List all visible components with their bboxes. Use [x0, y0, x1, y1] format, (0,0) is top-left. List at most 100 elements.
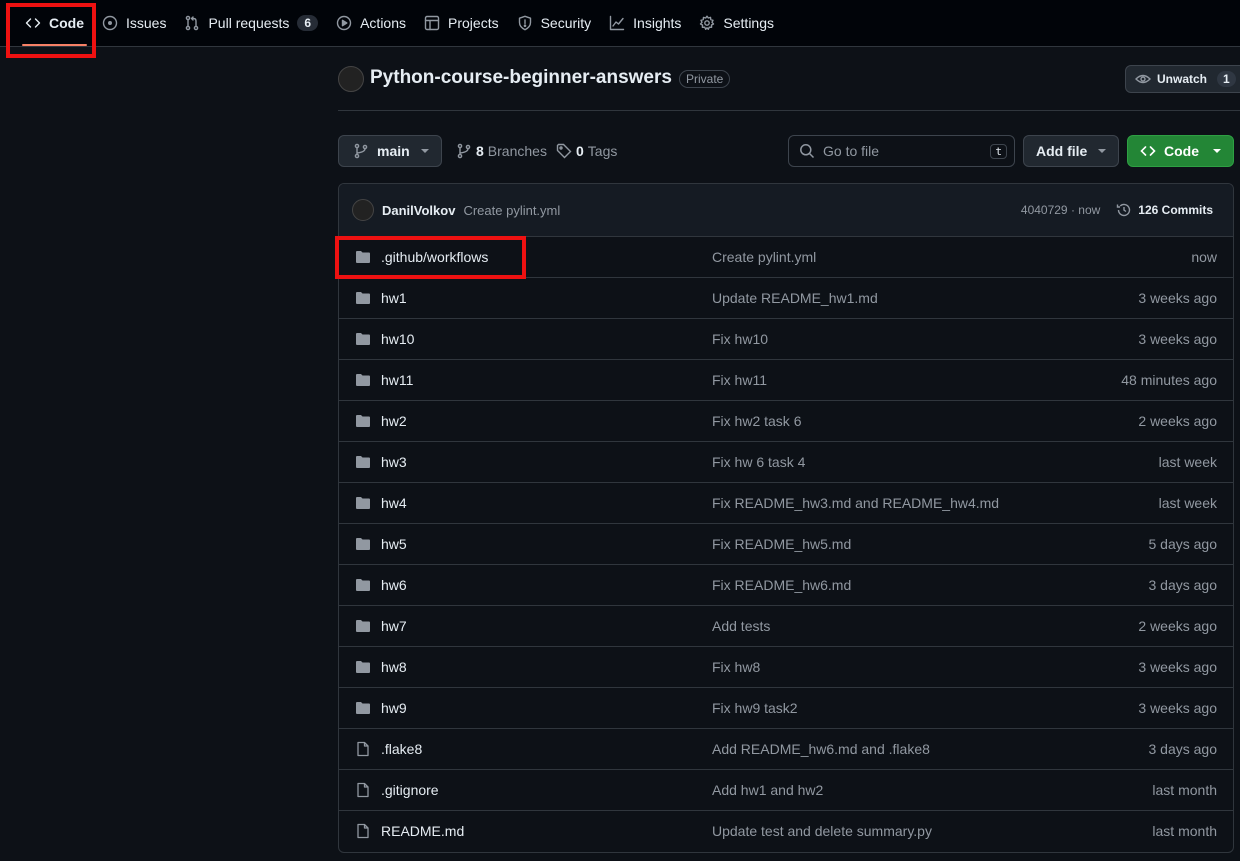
- commit-message-link[interactable]: Update test and delete summary.py: [712, 823, 932, 839]
- history-icon: [1117, 203, 1131, 217]
- file-name-link[interactable]: hw6: [381, 577, 407, 593]
- table-row: hw3 Fix hw 6 task 4 last week: [339, 442, 1233, 483]
- unwatch-button[interactable]: Unwatch 1: [1125, 65, 1240, 93]
- commit-date: 3 weeks ago: [1138, 700, 1217, 716]
- commit-message-link[interactable]: Fix hw11: [712, 372, 767, 388]
- file-name-link[interactable]: hw5: [381, 536, 407, 552]
- commit-date: 3 weeks ago: [1138, 331, 1217, 347]
- folder-icon: [356, 620, 370, 632]
- commit-message-link[interactable]: Fix hw10: [712, 331, 768, 347]
- table-row: hw7 Add tests 2 weeks ago: [339, 606, 1233, 647]
- table-row: hw2 Fix hw2 task 6 2 weeks ago: [339, 401, 1233, 442]
- commit-message-link[interactable]: Add README_hw6.md and .flake8: [712, 741, 930, 757]
- commit-message-link[interactable]: Fix hw9 task2: [712, 700, 798, 716]
- table-row: .github/workflows Create pylint.yml now: [339, 237, 1233, 278]
- tab-actions-label: Actions: [360, 15, 407, 31]
- commit-author[interactable]: DanilVolkov: [382, 203, 455, 218]
- tab-pull-requests[interactable]: Pull requests 6: [175, 0, 327, 46]
- file-name-link[interactable]: hw8: [381, 659, 407, 675]
- search-icon: [800, 144, 815, 159]
- file-toolbar: main 8 Branches 0 Tags Go to file t Add …: [338, 135, 1240, 167]
- file-name-link[interactable]: README.md: [381, 823, 464, 839]
- pull-requests-count-badge: 6: [297, 15, 319, 31]
- chevron-down-icon: [421, 149, 429, 153]
- add-file-button[interactable]: Add file: [1023, 135, 1119, 167]
- repo-title[interactable]: Python-course-beginner-answers: [370, 67, 672, 89]
- tab-actions[interactable]: Actions: [327, 0, 415, 46]
- gear-icon: [700, 15, 715, 30]
- table-row: .flake8 Add README_hw6.md and .flake8 3 da…: [339, 729, 1233, 770]
- latest-commit-bar: DanilVolkov Create pylint.yml 4040729 · …: [339, 184, 1233, 237]
- add-file-label: Add file: [1036, 143, 1088, 159]
- tags-link[interactable]: 0 Tags: [556, 135, 617, 167]
- table-row: README.md Update test and delete summary.…: [339, 811, 1233, 852]
- tab-security[interactable]: Security: [508, 0, 601, 46]
- commit-date: 2 weeks ago: [1138, 413, 1217, 429]
- tags-label: Tags: [587, 143, 618, 159]
- commit-message-link[interactable]: Update README_hw1.md: [712, 290, 878, 306]
- watch-count: 1: [1217, 71, 1236, 87]
- branch-select-button[interactable]: main: [338, 135, 442, 167]
- tags-count: 0: [576, 143, 584, 159]
- chevron-down-icon: [1213, 149, 1221, 153]
- tab-code-label: Code: [49, 15, 84, 31]
- commits-count-link[interactable]: 126 Commits: [1138, 203, 1213, 217]
- commit-message-link[interactable]: Add hw1 and hw2: [712, 782, 823, 798]
- table-row: hw5 Fix README_hw5.md 5 days ago: [339, 524, 1233, 565]
- commit-date: last week: [1158, 495, 1217, 511]
- unwatch-label: Unwatch: [1157, 72, 1208, 86]
- file-name-link[interactable]: hw7: [381, 618, 407, 634]
- table-row: hw1 Update README_hw1.md 3 weeks ago: [339, 278, 1233, 319]
- commit-date: 5 days ago: [1148, 536, 1218, 552]
- file-name-link[interactable]: hw2: [381, 413, 407, 429]
- tab-security-label: Security: [540, 15, 592, 31]
- play-icon: [336, 15, 352, 31]
- code-dropdown-button[interactable]: Code: [1127, 135, 1234, 167]
- tab-insights[interactable]: Insights: [600, 0, 690, 46]
- file-name-link[interactable]: hw11: [381, 372, 413, 388]
- repo-nav: Code Issues Pull requests 6 Actions Proj…: [0, 0, 1240, 47]
- commit-message-link[interactable]: Fix README_hw3.md and README_hw4.md: [712, 495, 999, 511]
- search-placeholder: Go to file: [823, 143, 880, 159]
- commit-message-link[interactable]: Add tests: [712, 618, 770, 634]
- tag-icon: [556, 143, 572, 159]
- tab-issues-label: Issues: [126, 15, 167, 31]
- commit-message-link[interactable]: Fix README_hw5.md: [712, 536, 851, 552]
- avatar[interactable]: [352, 199, 374, 221]
- file-name-link[interactable]: hw4: [381, 495, 407, 511]
- table-row: .gitignore Add hw1 and hw2 last month: [339, 770, 1233, 811]
- tab-code[interactable]: Code: [16, 0, 93, 46]
- file-name-link[interactable]: .flake8: [381, 741, 422, 757]
- commit-message-link[interactable]: Fix hw 6 task 4: [712, 454, 805, 470]
- folder-icon: [356, 333, 370, 345]
- file-name-link[interactable]: hw9: [381, 700, 407, 716]
- table-row: hw8 Fix hw8 3 weeks ago: [339, 647, 1233, 688]
- commit-message-link[interactable]: Fix hw2 task 6: [712, 413, 801, 429]
- commit-message[interactable]: Create pylint.yml: [463, 203, 560, 218]
- repo-tabs: Code Issues Pull requests 6 Actions Proj…: [0, 0, 1240, 46]
- tab-issues[interactable]: Issues: [93, 0, 175, 46]
- branches-link[interactable]: 8 Branches: [456, 135, 547, 167]
- commit-date: 3 weeks ago: [1138, 290, 1217, 306]
- commit-message-link[interactable]: Fix hw8: [712, 659, 760, 675]
- go-to-file-input[interactable]: Go to file t: [788, 135, 1015, 167]
- file-name-link[interactable]: .github/workflows: [381, 249, 488, 265]
- file-name-link[interactable]: hw10: [381, 331, 414, 347]
- commit-message-link[interactable]: Fix README_hw6.md: [712, 577, 851, 593]
- file-name-link[interactable]: .gitignore: [381, 782, 439, 798]
- commit-sha-time[interactable]: 4040729 · now: [1021, 203, 1100, 217]
- file-name-link[interactable]: hw1: [381, 290, 407, 306]
- folder-icon: [356, 579, 370, 591]
- owner-avatar[interactable]: [338, 66, 364, 92]
- commit-info: 4040729 · now 126 Commits: [1021, 202, 1213, 218]
- tab-projects-label: Projects: [448, 15, 499, 31]
- tab-projects[interactable]: Projects: [415, 0, 508, 46]
- branches-count: 8: [476, 143, 484, 159]
- folder-icon: [356, 538, 370, 550]
- branch-icon: [354, 143, 368, 159]
- eye-icon: [1135, 74, 1151, 84]
- file-name-link[interactable]: hw3: [381, 454, 407, 470]
- commit-message-link[interactable]: Create pylint.yml: [712, 249, 816, 265]
- tab-settings[interactable]: Settings: [690, 0, 783, 46]
- folder-icon: [356, 702, 370, 714]
